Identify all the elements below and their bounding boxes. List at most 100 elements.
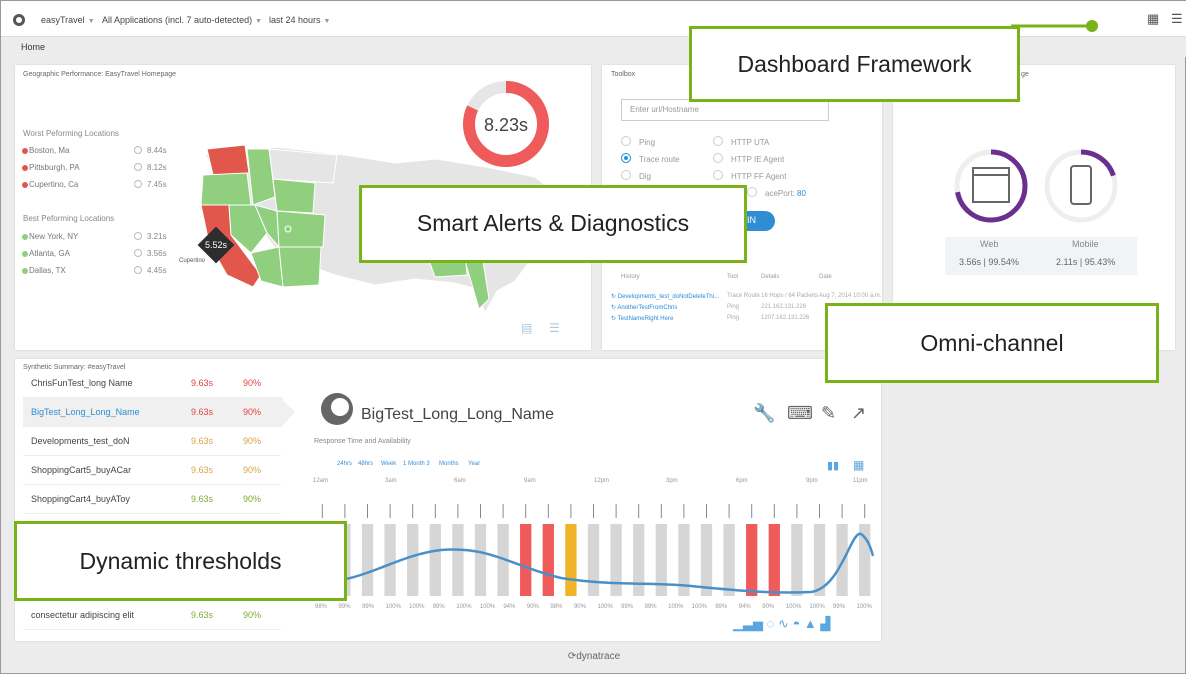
option-dig[interactable]: Dig bbox=[621, 170, 651, 181]
option-http-ff-agent[interactable]: HTTP FF Agent bbox=[713, 170, 786, 181]
location-name: Atlanta, GA bbox=[29, 249, 70, 258]
dashboard-grid-icon[interactable]: ▦ bbox=[1147, 11, 1159, 27]
app-selector[interactable]: easyTravel ▼ bbox=[41, 15, 95, 25]
synthetic-row-selected[interactable]: BigTest_Long_Long_Name 9.63s 90% bbox=[23, 398, 283, 427]
bar-chart-view-icon[interactable]: ▮▮ bbox=[827, 459, 839, 472]
synthetic-row[interactable]: ShoppingCart4_buyAToy 9.63s 90% bbox=[23, 485, 281, 514]
chart-bar[interactable] bbox=[587, 524, 600, 596]
worst-location[interactable]: Boston, Ma bbox=[22, 146, 69, 155]
chart-bar[interactable] bbox=[723, 524, 735, 596]
chart-bar[interactable] bbox=[610, 524, 622, 596]
annotation-dashboard-framework: Dashboard Framework bbox=[689, 26, 1020, 102]
map-region-montana[interactable] bbox=[268, 148, 338, 184]
row-availability: 90% bbox=[243, 378, 262, 388]
table-view-icon[interactable]: ▦ bbox=[853, 458, 864, 472]
bar-percent-label: 98% bbox=[550, 604, 563, 610]
mobile-donut[interactable] bbox=[1041, 146, 1121, 226]
share-icon[interactable]: ↗ bbox=[851, 403, 866, 424]
history-row-link[interactable]: ↻ Developments_test_doNotDeleteThi... bbox=[611, 293, 719, 300]
range-24hrs[interactable]: 24hrs bbox=[337, 461, 352, 467]
worst-location[interactable]: Pittsburgh, PA bbox=[22, 163, 80, 172]
firefox-icon bbox=[321, 393, 353, 425]
map-region-oregon[interactable] bbox=[200, 172, 252, 206]
worst-location[interactable]: Cupertino, Ca bbox=[22, 180, 78, 189]
synthetic-row[interactable]: ChrisFunTest_long Name 9.63s 90% bbox=[23, 369, 281, 398]
history-tool: Ping bbox=[727, 315, 740, 321]
timeframe-selector[interactable]: last 24 hours ▼ bbox=[269, 15, 330, 25]
chart-type-icons[interactable]: ▁▃▅ ◌ ∿ ◓ ▲ ▟ bbox=[733, 616, 830, 632]
bar-percent-label: 94% bbox=[503, 604, 516, 610]
edit-icon[interactable]: ✎ bbox=[821, 403, 836, 424]
best-location[interactable]: Dallas, TX bbox=[22, 266, 66, 275]
url-input[interactable]: Enter url/Hostname bbox=[621, 99, 829, 121]
option-http-uta[interactable]: HTTP UTA bbox=[713, 136, 769, 147]
history-header: Details bbox=[761, 274, 780, 280]
history-row-link[interactable]: ↻ AnotherTestFromChris bbox=[611, 304, 677, 311]
synthetic-row[interactable]: ShoppingCart5_buyACar 9.63s 90% bbox=[23, 456, 281, 485]
map-region-colorado[interactable] bbox=[276, 210, 326, 248]
chart-bar[interactable] bbox=[633, 524, 645, 596]
monitor-icon[interactable]: ⌨ bbox=[787, 403, 813, 424]
chart-bar[interactable] bbox=[746, 524, 758, 596]
chart-bar[interactable] bbox=[452, 524, 464, 596]
synthetic-row[interactable]: consectetur adipiscing elit 9.63s 90% bbox=[23, 601, 281, 630]
synthetic-row[interactable]: Developments_test_doN 9.63s 90% bbox=[23, 427, 281, 456]
chart-bar[interactable] bbox=[407, 524, 419, 596]
best-location[interactable]: New York, NY bbox=[22, 232, 78, 241]
hour-label: 6am bbox=[454, 478, 466, 484]
hour-label: 3pm bbox=[666, 478, 678, 484]
list-view-icon[interactable]: ☰ bbox=[549, 321, 560, 335]
web-donut[interactable] bbox=[951, 146, 1031, 226]
range-year[interactable]: Year bbox=[468, 461, 480, 467]
row-name: BigTest_Long_Long_Name bbox=[31, 407, 140, 417]
bar-percent-label: 90% bbox=[762, 604, 775, 610]
chart-bar[interactable] bbox=[429, 524, 441, 596]
chart-bar[interactable] bbox=[791, 524, 803, 596]
chart-bar[interactable] bbox=[384, 524, 396, 596]
wrench-icon[interactable]: 🔧 bbox=[753, 403, 775, 424]
map-view-icon[interactable]: ▤ bbox=[521, 321, 532, 335]
bar-percent-label: 100% bbox=[409, 604, 425, 610]
browser-icon bbox=[972, 167, 1010, 203]
run-button[interactable]: IN bbox=[745, 211, 775, 231]
framework-connector bbox=[1011, 20, 1098, 32]
chart-bar[interactable] bbox=[474, 524, 487, 596]
map-region-washington[interactable] bbox=[206, 144, 250, 176]
bar-percent-label: 100% bbox=[856, 604, 872, 610]
chart-bar[interactable] bbox=[520, 524, 532, 596]
chart-bar[interactable] bbox=[565, 524, 577, 596]
best-locations-heading: Best Peforming Locations bbox=[23, 214, 115, 223]
chart-bar[interactable] bbox=[361, 524, 374, 596]
toolbox-title: Toolbox bbox=[611, 71, 636, 78]
annotation-smart-alerts: Smart Alerts & Diagnostics bbox=[359, 185, 747, 263]
best-location[interactable]: Atlanta, GA bbox=[22, 249, 70, 258]
chart-bar[interactable] bbox=[542, 524, 554, 596]
range-1-month-3[interactable]: 1 Month 3 bbox=[403, 461, 430, 467]
applications-selector[interactable]: All Applications (incl. 7 auto-detected)… bbox=[102, 15, 262, 25]
history-row-link[interactable]: ↻ TestNameRight Here bbox=[611, 315, 673, 322]
option-ping[interactable]: Ping bbox=[621, 136, 655, 147]
range-48hrs[interactable]: 48hrs bbox=[358, 461, 373, 467]
bar-percent-label: 99% bbox=[339, 604, 352, 610]
web-value: 3.56s | 99.54% bbox=[959, 257, 1019, 267]
range-week[interactable]: Week bbox=[381, 461, 396, 467]
map-region-wyoming[interactable] bbox=[272, 178, 316, 214]
selected-row-pointer bbox=[281, 398, 295, 427]
chart-bar[interactable] bbox=[768, 524, 780, 596]
bar-percent-label: 90% bbox=[527, 604, 540, 610]
range-months[interactable]: Months bbox=[439, 461, 459, 467]
breadcrumb-home[interactable]: Home bbox=[21, 42, 45, 52]
history-name: AnotherTestFromChris bbox=[617, 305, 678, 311]
option-http-ie-agent[interactable]: HTTP IE Agent bbox=[713, 153, 784, 164]
chart-bar[interactable] bbox=[700, 524, 713, 596]
menu-icon[interactable]: ☰ bbox=[1171, 11, 1183, 27]
status-dot bbox=[22, 182, 28, 188]
history-details: 221.162.131.226 bbox=[761, 304, 807, 310]
option-trace-route[interactable]: Trace route bbox=[621, 153, 680, 164]
port-field[interactable]: acePort: 80 bbox=[747, 187, 806, 198]
logo-icon[interactable] bbox=[13, 14, 25, 26]
port-value: 80 bbox=[797, 189, 806, 198]
bar-percent-label: 94% bbox=[739, 604, 752, 610]
map-region-new-mexico[interactable] bbox=[278, 246, 322, 288]
location-time: 3.21s bbox=[134, 232, 167, 241]
